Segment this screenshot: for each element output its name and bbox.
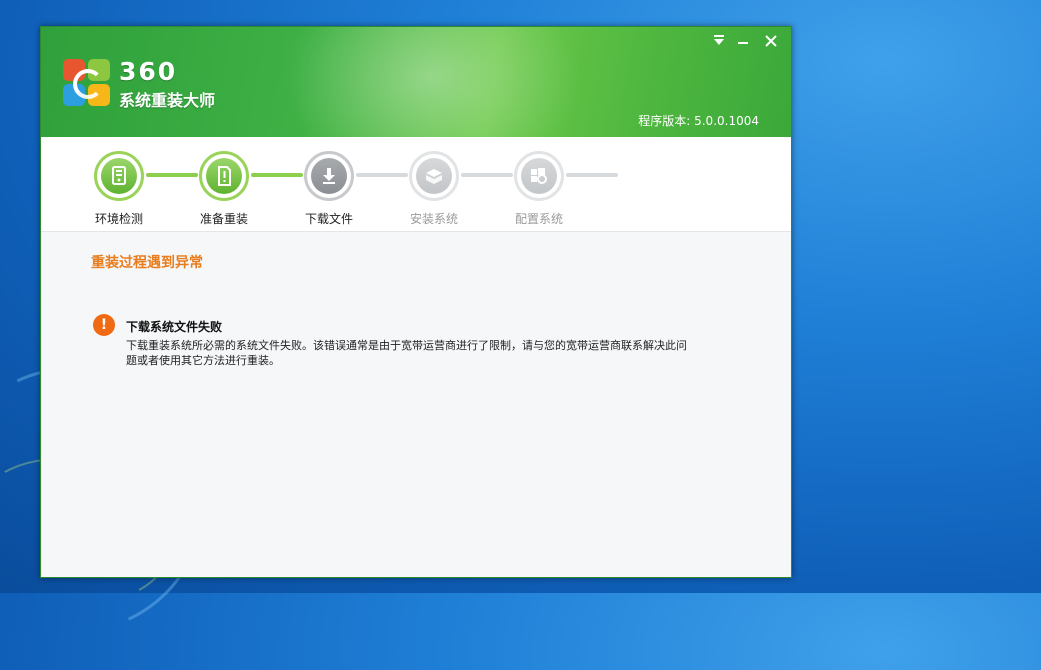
window-header[interactable]: 360 系统重装大师 程序版本: 5.0.0.1004 [41,27,791,137]
brand-number: 360 [119,57,178,86]
minimize-icon[interactable] [733,33,753,51]
header-glow [281,27,581,137]
brand-name: 系统重装大师 [119,91,216,110]
step-install: 安装系统 [394,151,474,227]
error-description: 下载重装系统所必需的系统文件失败。该错误通常是由于宽带运营商进行了限制，请与您的… [126,339,687,367]
section-title: 重装过程遇到异常 [91,255,203,271]
error-title: 下载系统文件失败 [126,320,223,334]
step-label: 准备重装 [199,212,248,226]
step-environment-check: 环境检测 [79,151,159,227]
step-configure: 配置系统 [499,151,579,227]
content-area: 重装过程遇到异常 ! 下载系统文件失败 下载重装系统所必需的系统文件失败。该错误… [41,232,791,577]
download-icon [323,168,335,184]
logo-360-icon [63,59,111,107]
prepare-icon [218,166,231,186]
step-prepare: 准备重装 [184,151,264,227]
progress-steps: 环境检测 准备重装 下载文件 安装系统 配置系统 [41,137,791,232]
computer-check-icon [112,166,126,185]
close-icon[interactable] [761,33,781,51]
step-label: 下载文件 [304,212,353,226]
step-download: 下载文件 [289,151,369,227]
step-connector [566,173,618,177]
step-label: 环境检测 [94,212,143,226]
install-box-icon [426,169,442,184]
dropdown-menu-icon[interactable] [709,33,729,51]
version-label: 程序版本: 5.0.0.1004 [638,114,759,128]
installer-window: 360 系统重装大师 程序版本: 5.0.0.1004 环境检测 准备重装 下载… [40,26,792,578]
windows-config-icon [531,168,547,184]
warning-icon: ! [93,314,115,336]
step-label: 配置系统 [514,212,563,226]
step-label: 安装系统 [409,212,458,226]
